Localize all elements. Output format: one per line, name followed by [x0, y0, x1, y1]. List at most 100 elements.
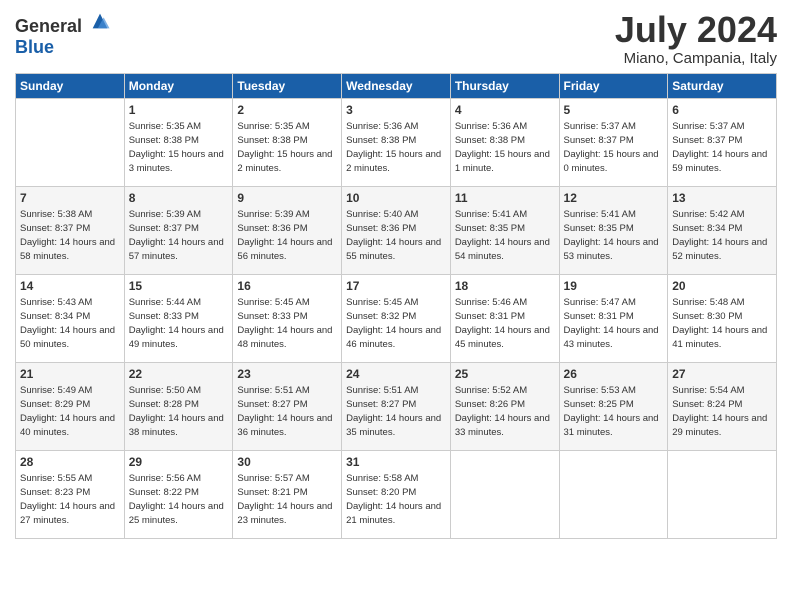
calendar-cell: 22Sunrise: 5:50 AMSunset: 8:28 PMDayligh…	[124, 362, 233, 450]
day-info: Sunrise: 5:35 AMSunset: 8:38 PMDaylight:…	[129, 120, 229, 175]
calendar-table: Sunday Monday Tuesday Wednesday Thursday…	[15, 73, 777, 539]
calendar-cell: 14Sunrise: 5:43 AMSunset: 8:34 PMDayligh…	[16, 274, 125, 362]
header-tuesday: Tuesday	[233, 73, 342, 98]
day-info: Sunrise: 5:38 AMSunset: 8:37 PMDaylight:…	[20, 208, 120, 263]
day-number: 17	[346, 278, 446, 295]
header-sunday: Sunday	[16, 73, 125, 98]
day-number: 14	[20, 278, 120, 295]
day-info: Sunrise: 5:54 AMSunset: 8:24 PMDaylight:…	[672, 384, 772, 439]
day-info: Sunrise: 5:51 AMSunset: 8:27 PMDaylight:…	[346, 384, 446, 439]
day-info: Sunrise: 5:58 AMSunset: 8:20 PMDaylight:…	[346, 472, 446, 527]
day-number: 16	[237, 278, 337, 295]
calendar-cell: 21Sunrise: 5:49 AMSunset: 8:29 PMDayligh…	[16, 362, 125, 450]
calendar-cell: 29Sunrise: 5:56 AMSunset: 8:22 PMDayligh…	[124, 450, 233, 538]
day-number: 18	[455, 278, 555, 295]
day-info: Sunrise: 5:46 AMSunset: 8:31 PMDaylight:…	[455, 296, 555, 351]
calendar-cell: 23Sunrise: 5:51 AMSunset: 8:27 PMDayligh…	[233, 362, 342, 450]
week-row-5: 28Sunrise: 5:55 AMSunset: 8:23 PMDayligh…	[16, 450, 777, 538]
day-info: Sunrise: 5:39 AMSunset: 8:37 PMDaylight:…	[129, 208, 229, 263]
day-info: Sunrise: 5:35 AMSunset: 8:38 PMDaylight:…	[237, 120, 337, 175]
day-number: 25	[455, 366, 555, 383]
day-number: 6	[672, 102, 772, 119]
day-number: 23	[237, 366, 337, 383]
day-info: Sunrise: 5:57 AMSunset: 8:21 PMDaylight:…	[237, 472, 337, 527]
day-number: 20	[672, 278, 772, 295]
day-number: 10	[346, 190, 446, 207]
day-info: Sunrise: 5:48 AMSunset: 8:30 PMDaylight:…	[672, 296, 772, 351]
day-info: Sunrise: 5:37 AMSunset: 8:37 PMDaylight:…	[672, 120, 772, 175]
day-info: Sunrise: 5:55 AMSunset: 8:23 PMDaylight:…	[20, 472, 120, 527]
day-info: Sunrise: 5:36 AMSunset: 8:38 PMDaylight:…	[455, 120, 555, 175]
day-info: Sunrise: 5:39 AMSunset: 8:36 PMDaylight:…	[237, 208, 337, 263]
week-row-4: 21Sunrise: 5:49 AMSunset: 8:29 PMDayligh…	[16, 362, 777, 450]
calendar-cell: 5Sunrise: 5:37 AMSunset: 8:37 PMDaylight…	[559, 98, 668, 186]
logo-blue: Blue	[15, 37, 54, 57]
day-info: Sunrise: 5:53 AMSunset: 8:25 PMDaylight:…	[564, 384, 664, 439]
calendar-cell: 28Sunrise: 5:55 AMSunset: 8:23 PMDayligh…	[16, 450, 125, 538]
calendar-cell: 27Sunrise: 5:54 AMSunset: 8:24 PMDayligh…	[668, 362, 777, 450]
day-info: Sunrise: 5:40 AMSunset: 8:36 PMDaylight:…	[346, 208, 446, 263]
day-number: 5	[564, 102, 664, 119]
header-wednesday: Wednesday	[342, 73, 451, 98]
calendar-cell: 18Sunrise: 5:46 AMSunset: 8:31 PMDayligh…	[450, 274, 559, 362]
day-info: Sunrise: 5:42 AMSunset: 8:34 PMDaylight:…	[672, 208, 772, 263]
header-thursday: Thursday	[450, 73, 559, 98]
calendar-cell	[16, 98, 125, 186]
calendar-cell: 7Sunrise: 5:38 AMSunset: 8:37 PMDaylight…	[16, 186, 125, 274]
calendar-cell: 31Sunrise: 5:58 AMSunset: 8:20 PMDayligh…	[342, 450, 451, 538]
calendar-cell	[559, 450, 668, 538]
calendar-title: July 2024	[615, 10, 777, 50]
day-number: 7	[20, 190, 120, 207]
header-friday: Friday	[559, 73, 668, 98]
day-number: 30	[237, 454, 337, 471]
day-number: 21	[20, 366, 120, 383]
calendar-cell: 3Sunrise: 5:36 AMSunset: 8:38 PMDaylight…	[342, 98, 451, 186]
header-saturday: Saturday	[668, 73, 777, 98]
day-number: 4	[455, 102, 555, 119]
calendar-cell	[450, 450, 559, 538]
calendar-cell: 10Sunrise: 5:40 AMSunset: 8:36 PMDayligh…	[342, 186, 451, 274]
day-number: 1	[129, 102, 229, 119]
calendar-subtitle: Miano, Campania, Italy	[615, 50, 777, 67]
logo-icon	[89, 10, 111, 32]
calendar-container: General Blue July 2024 Miano, Campania, …	[0, 0, 792, 549]
calendar-cell: 26Sunrise: 5:53 AMSunset: 8:25 PMDayligh…	[559, 362, 668, 450]
calendar-cell: 15Sunrise: 5:44 AMSunset: 8:33 PMDayligh…	[124, 274, 233, 362]
day-info: Sunrise: 5:43 AMSunset: 8:34 PMDaylight:…	[20, 296, 120, 351]
calendar-cell: 11Sunrise: 5:41 AMSunset: 8:35 PMDayligh…	[450, 186, 559, 274]
day-number: 27	[672, 366, 772, 383]
calendar-cell: 17Sunrise: 5:45 AMSunset: 8:32 PMDayligh…	[342, 274, 451, 362]
header: General Blue July 2024 Miano, Campania, …	[15, 10, 777, 67]
title-block: July 2024 Miano, Campania, Italy	[615, 10, 777, 67]
day-number: 3	[346, 102, 446, 119]
day-number: 19	[564, 278, 664, 295]
calendar-cell: 6Sunrise: 5:37 AMSunset: 8:37 PMDaylight…	[668, 98, 777, 186]
day-number: 13	[672, 190, 772, 207]
day-number: 12	[564, 190, 664, 207]
calendar-cell: 4Sunrise: 5:36 AMSunset: 8:38 PMDaylight…	[450, 98, 559, 186]
calendar-cell: 20Sunrise: 5:48 AMSunset: 8:30 PMDayligh…	[668, 274, 777, 362]
calendar-cell: 24Sunrise: 5:51 AMSunset: 8:27 PMDayligh…	[342, 362, 451, 450]
calendar-cell: 12Sunrise: 5:41 AMSunset: 8:35 PMDayligh…	[559, 186, 668, 274]
calendar-cell: 2Sunrise: 5:35 AMSunset: 8:38 PMDaylight…	[233, 98, 342, 186]
calendar-cell: 13Sunrise: 5:42 AMSunset: 8:34 PMDayligh…	[668, 186, 777, 274]
calendar-cell: 25Sunrise: 5:52 AMSunset: 8:26 PMDayligh…	[450, 362, 559, 450]
weekday-header-row: Sunday Monday Tuesday Wednesday Thursday…	[16, 73, 777, 98]
day-info: Sunrise: 5:50 AMSunset: 8:28 PMDaylight:…	[129, 384, 229, 439]
day-number: 2	[237, 102, 337, 119]
day-info: Sunrise: 5:36 AMSunset: 8:38 PMDaylight:…	[346, 120, 446, 175]
day-number: 26	[564, 366, 664, 383]
day-number: 24	[346, 366, 446, 383]
day-info: Sunrise: 5:44 AMSunset: 8:33 PMDaylight:…	[129, 296, 229, 351]
day-info: Sunrise: 5:47 AMSunset: 8:31 PMDaylight:…	[564, 296, 664, 351]
day-info: Sunrise: 5:56 AMSunset: 8:22 PMDaylight:…	[129, 472, 229, 527]
logo: General Blue	[15, 10, 111, 58]
day-info: Sunrise: 5:51 AMSunset: 8:27 PMDaylight:…	[237, 384, 337, 439]
day-number: 22	[129, 366, 229, 383]
day-number: 11	[455, 190, 555, 207]
day-info: Sunrise: 5:37 AMSunset: 8:37 PMDaylight:…	[564, 120, 664, 175]
day-number: 9	[237, 190, 337, 207]
logo-general: General	[15, 16, 82, 36]
day-info: Sunrise: 5:41 AMSunset: 8:35 PMDaylight:…	[455, 208, 555, 263]
logo-text: General Blue	[15, 10, 111, 58]
